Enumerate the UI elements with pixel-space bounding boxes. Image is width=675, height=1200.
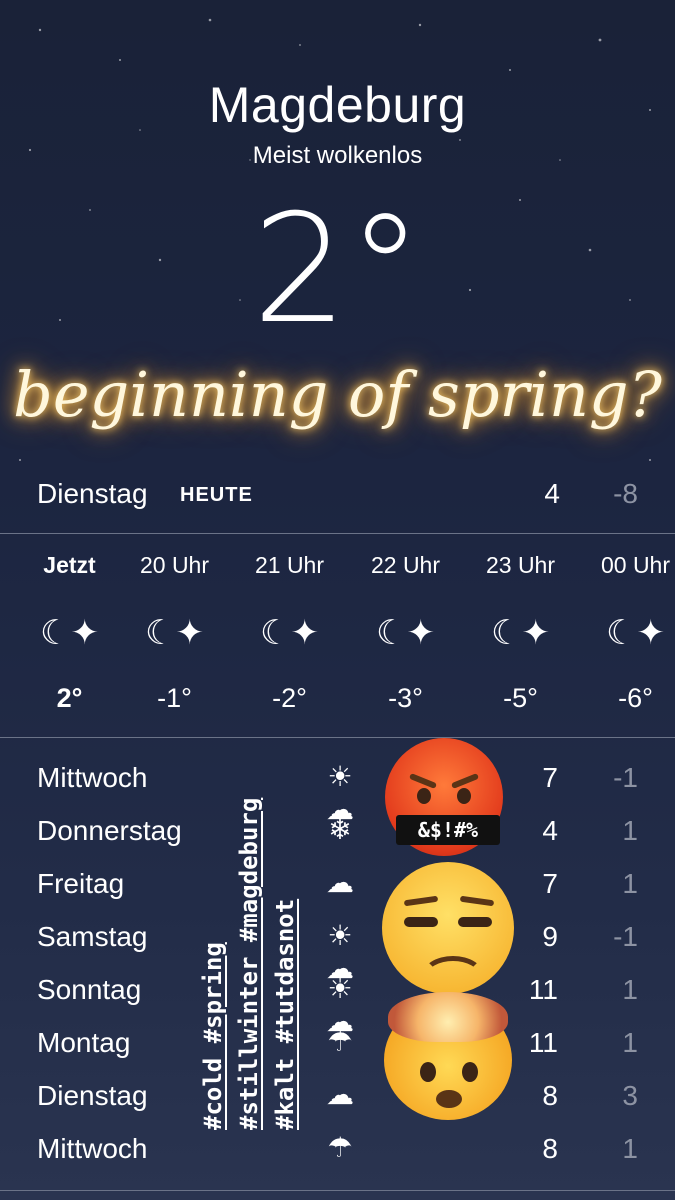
divider-bottom (0, 737, 675, 738)
explosion-cloud-icon (388, 992, 508, 1042)
city-name: Magdeburg (208, 77, 467, 133)
daily-high: 4 (542, 815, 558, 846)
daily-high: 8 (542, 1133, 558, 1164)
daily-low: -1 (613, 921, 638, 952)
daily-low: 1 (622, 815, 638, 846)
daily-low: 1 (622, 1027, 638, 1058)
hour-temperature: -3° (388, 683, 423, 713)
unamused-face-sticker (382, 862, 514, 994)
today-badge: HEUTE (180, 484, 253, 506)
hashtag-line: #kalt #tutdasnot (271, 898, 299, 1130)
weather-condition: Meist wolkenlos (252, 142, 423, 169)
moon-stars-icon: ☾✦ (606, 614, 665, 652)
today-row: Dienstag HEUTE 4 -8 (37, 478, 638, 518)
daily-low: 1 (622, 868, 638, 899)
hour-temperature: -2° (272, 683, 307, 713)
daily-high: 8 (542, 1080, 558, 1111)
hashtag-overlay: #cold #spring #stillwinter #magdeburg #k… (195, 798, 303, 1130)
moon-stars-icon: ☾✦ (145, 614, 204, 652)
daily-low: -1 (613, 762, 638, 793)
daily-day-name: Donnerstag (37, 815, 182, 846)
cloud-icon: ☁ (326, 1079, 354, 1110)
hour-time-label: 00 Uhr (600, 552, 671, 578)
hashtag-line: #cold #spring (199, 942, 227, 1130)
daily-high: 11 (528, 974, 558, 1005)
snowflake-icon: ❄ (328, 814, 352, 845)
hour-temperature: 2° (56, 683, 83, 713)
daily-day-name: Dienstag (37, 1080, 148, 1111)
daily-day-name: Sonntag (37, 974, 142, 1005)
moon-stars-icon: ☾✦ (40, 614, 99, 652)
daily-day-name: Samstag (37, 921, 148, 952)
daily-day-name: Freitag (37, 868, 125, 899)
hour-time-label: Jetzt (43, 552, 96, 578)
daily-day-name: Montag (37, 1027, 131, 1058)
hour-time-label: 22 Uhr (370, 552, 441, 578)
daily-low: 1 (622, 1133, 638, 1164)
moon-stars-icon: ☾✦ (260, 614, 319, 652)
hashtag-line: #stillwinter #magdeburg (235, 797, 263, 1130)
hour-temperature: -5° (503, 683, 538, 713)
hour-temperature: -6° (618, 683, 653, 713)
divider-end (0, 1190, 675, 1191)
divider-top (0, 533, 675, 534)
hour-time-label: 21 Uhr (254, 552, 325, 578)
daily-low: 1 (622, 974, 638, 1005)
moon-stars-icon: ☾✦ (491, 614, 550, 652)
hour-temperature: -1° (157, 683, 192, 713)
daily-day-name: Mittwoch (37, 762, 148, 793)
moon-stars-icon: ☾✦ (376, 614, 435, 652)
current-temperature: 2° (252, 183, 423, 357)
daily-low: 3 (622, 1080, 638, 1111)
hour-time-label: 23 Uhr (485, 552, 556, 578)
cloud-icon: ☁ (326, 867, 354, 898)
today-day: Dienstag (37, 478, 148, 509)
daily-high: 11 (528, 1027, 558, 1058)
censored-symbols: &$!#% (396, 815, 500, 845)
rain-cloud-icon: ☂ (327, 1132, 353, 1163)
rain-cloud-icon: ☂ (327, 1026, 353, 1057)
hour-time-label: 20 Uhr (139, 552, 210, 578)
overlay-caption: beginning of spring? (13, 358, 662, 431)
daily-high: 7 (542, 762, 558, 793)
today-high: 4 (544, 478, 560, 509)
daily-day-name: Mittwoch (37, 1133, 148, 1164)
daily-high: 7 (542, 868, 558, 899)
today-low: -8 (613, 478, 638, 509)
daily-high: 9 (542, 921, 558, 952)
